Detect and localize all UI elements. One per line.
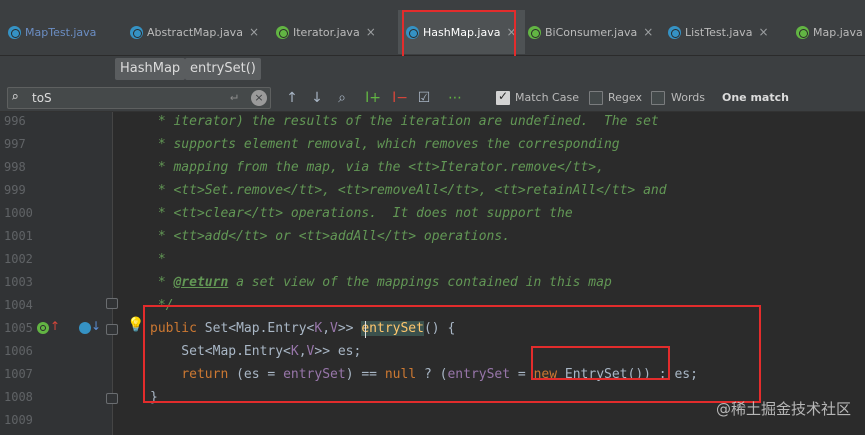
- close-icon[interactable]: ×: [758, 25, 768, 39]
- fold-marker-icon[interactable]: [106, 324, 118, 335]
- close-icon[interactable]: ×: [249, 25, 259, 39]
- lightbulb-icon[interactable]: 💡: [127, 317, 144, 333]
- line-number: 1006: [4, 344, 33, 358]
- match-count: One match: [722, 91, 789, 104]
- fold-marker-icon[interactable]: [106, 393, 118, 404]
- code-token: * <tt>clear</tt> operations. It does not…: [150, 206, 573, 221]
- close-icon[interactable]: ×: [643, 25, 653, 39]
- code-line: 998 * mapping from the map, via the <tt>…: [0, 158, 865, 181]
- tab-iterator[interactable]: Iterator.java ×: [268, 10, 384, 54]
- tab-label: ListTest.java: [685, 25, 753, 39]
- line-number: 1002: [4, 252, 33, 266]
- go-to-implementation-icon[interactable]: ↓: [91, 319, 101, 333]
- active-tab-highlight-box: [402, 10, 516, 60]
- line-number: 998: [4, 160, 26, 174]
- code-token: * <tt>add</tt> or <tt>addAll</tt> operat…: [150, 229, 511, 244]
- watermark: @稀土掘金技术社区: [715, 400, 851, 418]
- regex-checkbox[interactable]: [589, 91, 603, 105]
- code-token: * <tt>Set.remove</tt>, <tt>removeAll</tt…: [150, 183, 667, 198]
- code-line: 1002 *: [0, 250, 865, 273]
- interface-file-icon: [528, 25, 541, 39]
- code-line: 996 * iterator) the results of the itera…: [0, 112, 865, 135]
- next-occurrence-icon[interactable]: ↓: [307, 88, 327, 108]
- tab-label: AbstractMap.java: [147, 25, 243, 39]
- interface-file-icon: [276, 25, 289, 39]
- go-to-super-method-icon[interactable]: ↑: [50, 319, 60, 333]
- tab-label: Iterator.java: [293, 25, 360, 39]
- interface-file-icon: [796, 25, 809, 39]
- line-number: 1001: [4, 229, 33, 243]
- breadcrumb: HashMap entrySet(): [0, 56, 865, 84]
- tab-label: MapTest.java: [25, 25, 97, 39]
- breadcrumb-method[interactable]: entrySet(): [185, 58, 261, 80]
- code-line: 997 * supports element removal, which re…: [0, 135, 865, 158]
- line-number: 1000: [4, 206, 33, 220]
- tab-maptest[interactable]: MapTest.java: [0, 10, 104, 54]
- match-case-checkbox[interactable]: [496, 89, 510, 105]
- filter-icon[interactable]: ⋯: [445, 88, 465, 108]
- code-token: *: [150, 252, 166, 267]
- code-line: 1001 * <tt>add</tt> or <tt>addAll</tt> o…: [0, 227, 865, 250]
- code-token: * supports element removal, which remove…: [150, 137, 620, 152]
- words-checkbox[interactable]: [651, 91, 665, 105]
- tab-listtest[interactable]: ListTest.java ×: [660, 10, 777, 54]
- words-label: Words: [671, 91, 706, 104]
- select-all-occurrences-icon[interactable]: ☑: [414, 88, 434, 108]
- code-token: @return: [173, 275, 229, 290]
- line-number: 1009: [4, 413, 33, 427]
- line-number: 996: [4, 114, 26, 128]
- code-token: *: [150, 275, 174, 290]
- tab-label: Map.java: [813, 25, 863, 39]
- new-entryset-highlight-box: [531, 346, 670, 380]
- add-occurrence-icon[interactable]: I+: [363, 88, 383, 108]
- find-in-path-icon[interactable]: ⌕: [332, 88, 352, 108]
- line-number: 997: [4, 137, 26, 151]
- code-text: * iterator) the results of the iteration…: [150, 114, 659, 129]
- match-case-label: Match Case: [515, 91, 579, 104]
- code-token: * iterator) the results of the iteration…: [150, 114, 659, 129]
- code-text: * <tt>clear</tt> operations. It does not…: [150, 206, 573, 221]
- overrides-method-icon[interactable]: [37, 322, 49, 334]
- line-number: 999: [4, 183, 26, 197]
- code-editor[interactable]: 996 * iterator) the results of the itera…: [0, 112, 865, 435]
- line-number: 1007: [4, 367, 33, 381]
- code-token: a set view of the mappings contained in …: [228, 275, 612, 290]
- tab-abstractmap[interactable]: AbstractMap.java ×: [122, 10, 267, 54]
- enter-icon: ↵: [230, 89, 238, 104]
- search-input[interactable]: [32, 89, 222, 107]
- code-line: 1000 * <tt>clear</tt> operations. It doe…: [0, 204, 865, 227]
- code-text: * mapping from the map, via the <tt>Iter…: [150, 160, 604, 175]
- code-text: * <tt>Set.remove</tt>, <tt>removeAll</tt…: [150, 183, 667, 198]
- breadcrumb-class[interactable]: HashMap: [115, 58, 186, 80]
- line-number: 1005: [4, 321, 33, 335]
- code-text: * @return a set view of the mappings con…: [150, 275, 612, 290]
- class-file-icon: [8, 25, 21, 39]
- tab-label: BiConsumer.java: [545, 25, 638, 39]
- close-icon[interactable]: ×: [366, 25, 376, 39]
- code-line: 1003 * @return a set view of the mapping…: [0, 273, 865, 296]
- search-box: ⌕ ↵ ×: [7, 87, 271, 109]
- implemented-method-icon[interactable]: [79, 322, 91, 334]
- class-file-icon: [668, 25, 681, 39]
- code-text: * <tt>add</tt> or <tt>addAll</tt> operat…: [150, 229, 510, 244]
- tab-biconsumer[interactable]: BiConsumer.java ×: [520, 10, 661, 54]
- code-token: * mapping from the map, via the <tt>Iter…: [150, 160, 604, 175]
- code-text: *: [150, 252, 166, 267]
- code-text: * supports element removal, which remove…: [150, 137, 620, 152]
- remove-occurrence-icon[interactable]: I−: [390, 88, 410, 108]
- tab-map[interactable]: Map.java: [788, 10, 865, 54]
- regex-label: Regex: [608, 91, 642, 104]
- code-line: 999 * <tt>Set.remove</tt>, <tt>removeAll…: [0, 181, 865, 204]
- line-number: 1008: [4, 390, 33, 404]
- find-bar: ⌕ ↵ × ↑ ↓ ⌕ I+ I− ☑ ⋯ Match Case Regex W…: [0, 84, 865, 112]
- line-number: 1003: [4, 275, 33, 289]
- clear-icon[interactable]: ×: [251, 90, 267, 106]
- previous-occurrence-icon[interactable]: ↑: [282, 88, 302, 108]
- class-file-icon: [130, 25, 143, 39]
- fold-marker-icon[interactable]: [106, 298, 118, 309]
- search-icon[interactable]: ⌕: [11, 90, 19, 105]
- line-number: 1004: [4, 298, 33, 312]
